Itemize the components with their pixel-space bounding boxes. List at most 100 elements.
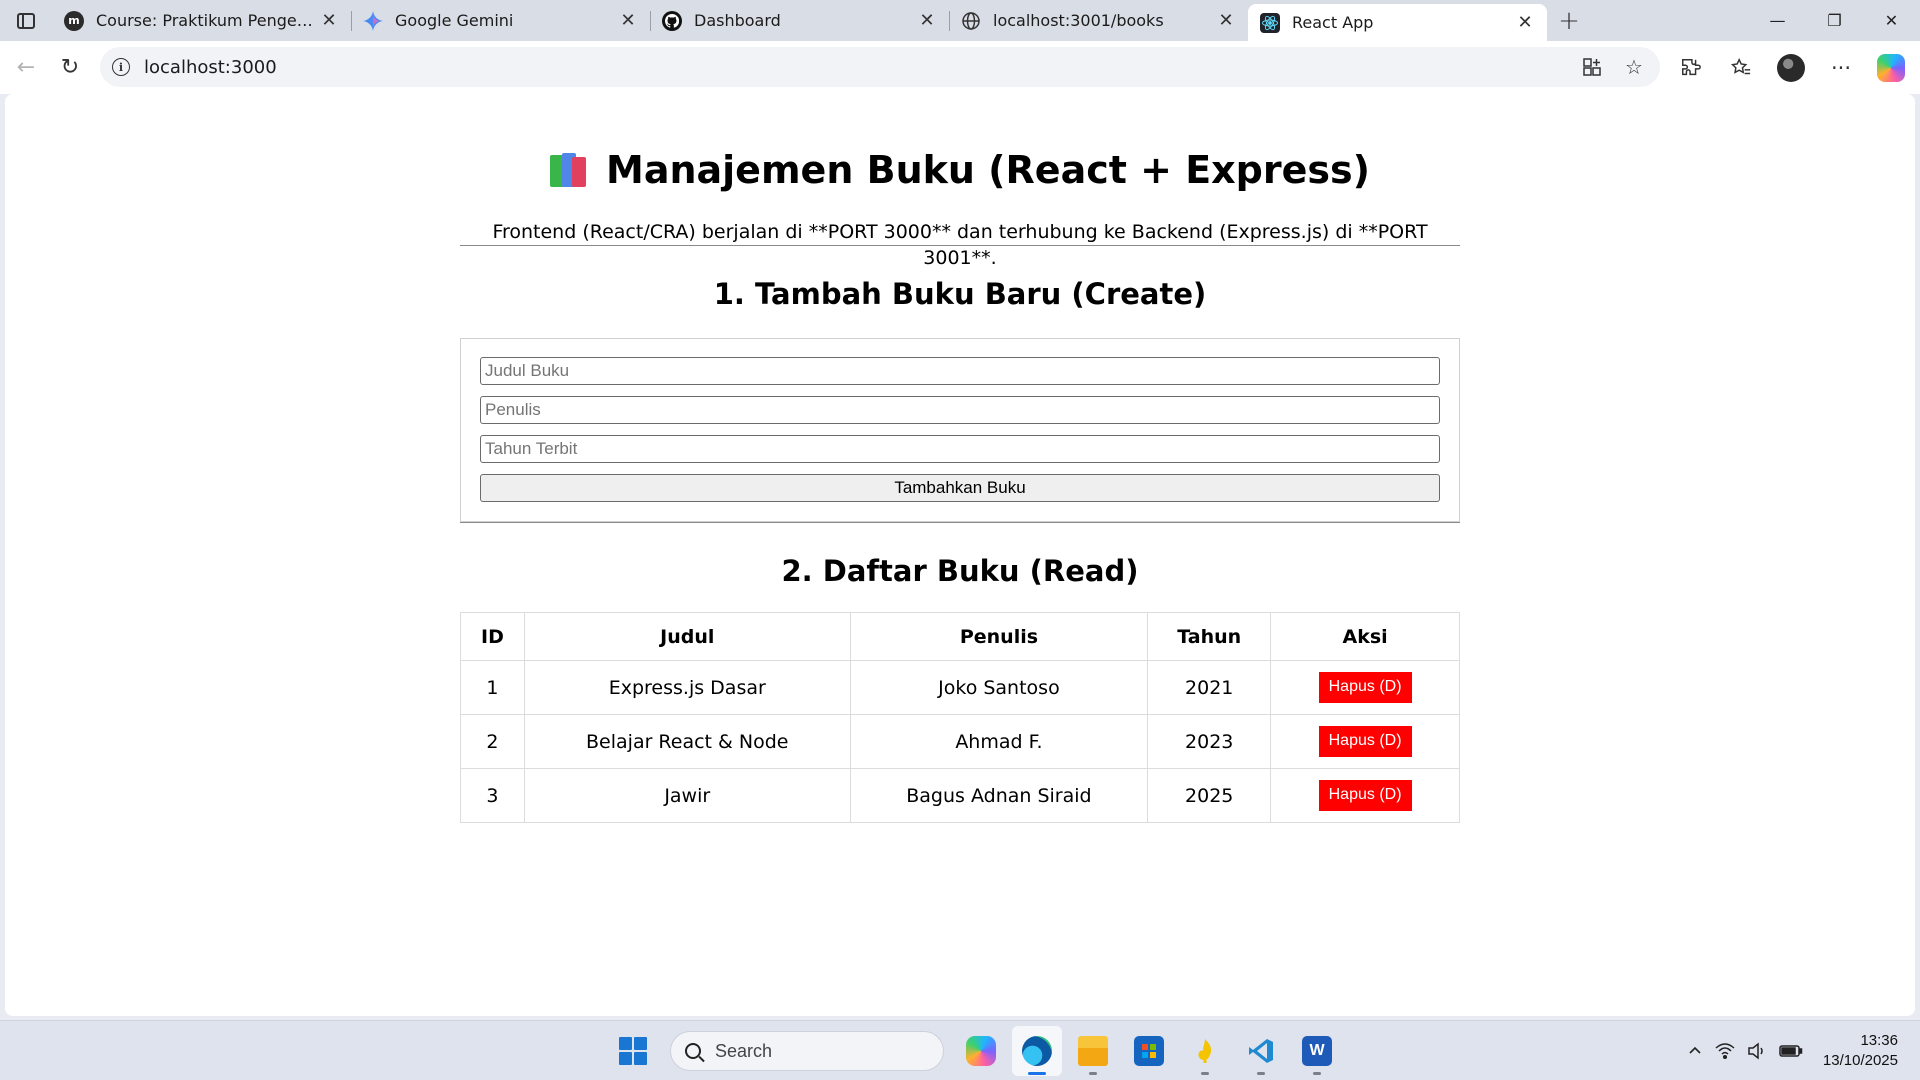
cell-id: 2: [460, 714, 525, 769]
tab-title: Google Gemini: [395, 11, 514, 30]
search-icon: [685, 1043, 701, 1059]
url-text[interactable]: localhost:3000: [144, 57, 277, 78]
taskbar-copilot[interactable]: [956, 1026, 1006, 1076]
page-title: Manajemen Buku (React + Express): [460, 147, 1460, 193]
cell-tahun: 2021: [1147, 660, 1272, 715]
tab-localhost-books[interactable]: localhost:3001/books ✕: [949, 0, 1248, 41]
close-icon[interactable]: ✕: [319, 10, 339, 31]
table-row: 3 Jawir Bagus Adnan Siraid 2025 Hapus (D…: [460, 768, 1460, 823]
create-book-form: Tambahkan Buku: [460, 338, 1460, 522]
back-icon[interactable]: ←: [4, 48, 48, 88]
title-input[interactable]: [480, 357, 1440, 385]
cell-judul: Express.js Dasar: [523, 660, 851, 715]
add-book-button[interactable]: Tambahkan Buku: [480, 474, 1440, 502]
system-tray: 13:36 13/10/2025: [1681, 1021, 1920, 1080]
browser-toolbar: ← ↻ i localhost:3000 ☆ ···: [0, 41, 1920, 94]
close-window-icon[interactable]: ✕: [1863, 0, 1920, 41]
tab-dashboard[interactable]: Dashboard ✕: [650, 0, 949, 41]
favorites-icon[interactable]: [1718, 48, 1764, 88]
column-header-aksi: Aksi: [1270, 612, 1460, 661]
refresh-icon[interactable]: ↻: [48, 48, 92, 88]
battery-icon[interactable]: [1773, 1031, 1809, 1071]
folder-icon: [1078, 1036, 1108, 1066]
copilot-button[interactable]: [1868, 48, 1914, 88]
cell-aksi: Hapus (D): [1270, 714, 1460, 769]
new-tab-button[interactable]: +: [1547, 0, 1591, 41]
books-icon: [550, 151, 588, 189]
taskbar-store[interactable]: [1124, 1026, 1174, 1076]
restore-icon[interactable]: ❐: [1806, 0, 1863, 41]
app-root: Manajemen Buku (React + Express) Fronten…: [460, 94, 1460, 823]
cell-tahun: 2025: [1147, 768, 1272, 823]
flame-icon: [1190, 1036, 1220, 1066]
year-input[interactable]: [480, 435, 1440, 463]
site-info-icon[interactable]: i: [112, 58, 130, 76]
taskbar-search[interactable]: Search: [670, 1031, 944, 1071]
delete-button[interactable]: Hapus (D): [1318, 672, 1412, 703]
cell-tahun: 2023: [1147, 714, 1272, 769]
taskbar-vscode[interactable]: [1236, 1026, 1286, 1076]
column-header-penulis: Penulis: [849, 612, 1149, 661]
moodle-icon: m: [64, 10, 84, 31]
taskbar-word[interactable]: W: [1292, 1026, 1342, 1076]
copilot-icon: [966, 1036, 996, 1066]
cell-aksi: Hapus (D): [1270, 768, 1460, 823]
tab-title: Dashboard: [694, 11, 781, 30]
wifi-icon[interactable]: [1709, 1031, 1741, 1071]
author-input[interactable]: [480, 396, 1440, 424]
cell-penulis: Ahmad F.: [849, 714, 1149, 769]
intro-text: Frontend (React/CRA) berjalan di **PORT …: [492, 221, 1428, 269]
cell-penulis: Bagus Adnan Siraid: [849, 768, 1149, 823]
divider: [460, 522, 1460, 523]
close-icon[interactable]: ✕: [1216, 10, 1236, 31]
tab-title: Course: Praktikum Pengembangan: [96, 11, 319, 30]
close-icon[interactable]: ✕: [917, 10, 937, 31]
tab-actions-button[interactable]: [0, 0, 52, 41]
start-button[interactable]: [608, 1026, 658, 1076]
store-icon: [1134, 1036, 1164, 1066]
edge-icon: [1022, 1036, 1052, 1066]
table-header-row: ID Judul Penulis Tahun Aksi: [460, 612, 1460, 661]
vscode-icon: [1246, 1036, 1276, 1066]
taskbar-edge[interactable]: [1012, 1026, 1062, 1076]
minimize-icon[interactable]: —: [1749, 0, 1806, 41]
taskbar-file-explorer[interactable]: [1068, 1026, 1118, 1076]
extensions-icon[interactable]: [1668, 48, 1714, 88]
chevron-up-icon[interactable]: [1681, 1031, 1709, 1071]
word-icon: W: [1302, 1036, 1332, 1066]
more-options-icon[interactable]: ···: [1818, 48, 1864, 88]
table-row: 1 Express.js Dasar Joko Santoso 2021 Hap…: [460, 660, 1460, 715]
react-icon: [1260, 12, 1280, 33]
volume-icon[interactable]: [1741, 1031, 1773, 1071]
app-available-icon[interactable]: [1576, 51, 1608, 83]
profile-button[interactable]: [1768, 48, 1814, 88]
cell-judul: Belajar React & Node: [523, 714, 851, 769]
github-icon: [662, 10, 682, 31]
address-bar[interactable]: i localhost:3000 ☆: [100, 47, 1660, 87]
clock-date: 13/10/2025: [1822, 1052, 1898, 1069]
tab-react-app[interactable]: React App ✕: [1248, 4, 1547, 41]
favorite-star-icon[interactable]: ☆: [1618, 51, 1650, 83]
close-icon[interactable]: ✕: [618, 10, 638, 31]
tab-strip: m Course: Praktikum Pengembangan ✕ Googl…: [0, 0, 1920, 41]
taskbar-app-yellow[interactable]: [1180, 1026, 1230, 1076]
tab-course[interactable]: m Course: Praktikum Pengembangan ✕: [52, 0, 351, 41]
read-section-heading: 2. Daftar Buku (Read): [781, 554, 1139, 588]
cell-id: 1: [460, 660, 525, 715]
delete-button[interactable]: Hapus (D): [1318, 726, 1412, 757]
page-viewport: Manajemen Buku (React + Express) Fronten…: [5, 94, 1915, 1016]
column-header-id: ID: [460, 612, 525, 661]
taskbar: Search W 13:36 13/10/2025: [0, 1020, 1920, 1080]
tab-gemini[interactable]: Google Gemini ✕: [351, 0, 650, 41]
cell-id: 3: [460, 768, 525, 823]
delete-button[interactable]: Hapus (D): [1318, 780, 1412, 811]
cell-penulis: Joko Santoso: [849, 660, 1149, 715]
cell-aksi: Hapus (D): [1270, 660, 1460, 715]
tab-title: localhost:3001/books: [993, 11, 1164, 30]
clock-time: 13:36: [1860, 1032, 1898, 1049]
close-icon[interactable]: ✕: [1515, 12, 1535, 33]
gemini-icon: [363, 10, 383, 31]
table-row: 2 Belajar React & Node Ahmad F. 2023 Hap…: [460, 714, 1460, 769]
tab-title: React App: [1292, 13, 1374, 32]
system-clock[interactable]: 13:36 13/10/2025: [1809, 1031, 1920, 1071]
